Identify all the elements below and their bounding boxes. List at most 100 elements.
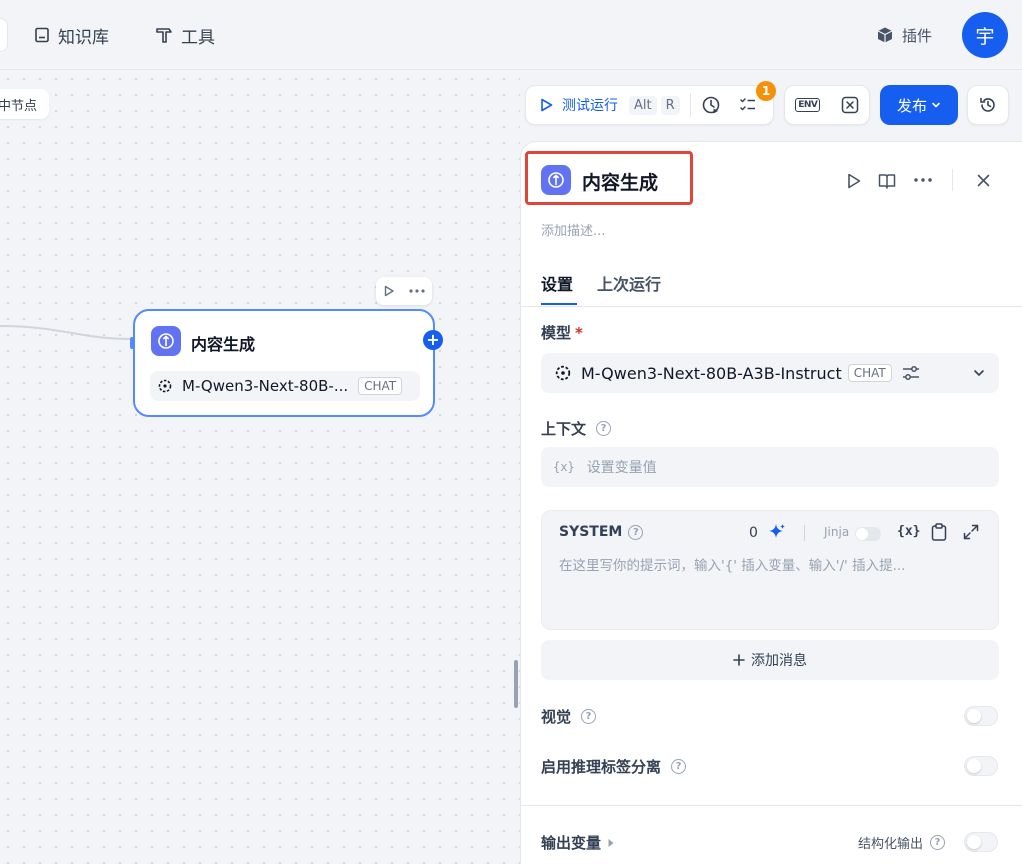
run-history-icon[interactable] (701, 95, 721, 115)
expand-icon[interactable] (963, 524, 979, 540)
node-more-icon[interactable] (409, 289, 425, 293)
nav-knowledge[interactable]: 知识库 (34, 22, 109, 48)
insert-variable-icon[interactable]: {x} (897, 524, 920, 539)
model-field-label: 模型 * (541, 322, 583, 343)
reasoning-label-text: 启用推理标签分离 (541, 758, 662, 776)
env-button[interactable]: ENV (795, 98, 821, 112)
avatar-initial: 宇 (975, 25, 995, 48)
user-avatar[interactable]: 宇 (962, 12, 1008, 58)
plus-icon (733, 654, 745, 666)
toolbar-divider (689, 93, 691, 117)
panel-title[interactable]: 内容生成 (582, 168, 658, 195)
system-divider (804, 525, 805, 541)
workflow-canvas[interactable]: 中节点 内容生成 M-Qwen3-Next-80B-... CHAT + (0, 71, 520, 864)
play-icon (540, 98, 553, 112)
run-toolbar: 测试运行 Alt R (525, 85, 774, 125)
structured-output-setting: 结构化输出 ? (858, 833, 946, 852)
active-tab-indicator (541, 303, 577, 305)
top-navigation: 知识库 工具 插件 宇 (0, 0, 1022, 70)
jinja-label: Jinja (824, 525, 850, 539)
token-count: 0 (749, 525, 758, 541)
add-message-label: 添加消息 (751, 653, 807, 669)
model-mode-tag: CHAT (847, 364, 892, 382)
caret-right-icon (607, 838, 615, 848)
llm-node-title: 内容生成 (191, 335, 256, 354)
output-vars-label: 输出变量 (541, 834, 602, 852)
variable-icon: {x} (553, 460, 575, 474)
system-prompt-placeholder: 在这里写你的提示词，输入'{' 插入变量、输入'/' 插入提... (559, 558, 906, 574)
llm-node-model-tag: CHAT (358, 377, 403, 395)
reasoning-toggle[interactable] (964, 756, 998, 776)
chevron-down-icon (931, 100, 941, 110)
node-mini-toolbar (376, 277, 432, 305)
nav-item-partial[interactable] (0, 18, 8, 52)
required-mark: * (575, 323, 583, 342)
test-run-button[interactable]: 测试运行 Alt R (526, 95, 680, 115)
node-run-icon[interactable] (383, 285, 395, 297)
nav-tools-label: 工具 (181, 27, 215, 48)
nav-tools[interactable]: 工具 (155, 22, 215, 48)
model-label-text: 模型 (541, 324, 572, 342)
system-prompt-editor[interactable]: SYSTEM ? 0 Jinja {x} 在这里写你的提示词，输入'{' 插入变… (541, 510, 999, 630)
checklist-badge: 1 (756, 81, 776, 101)
env-toolbar: ENV (784, 85, 870, 125)
model-provider-icon (555, 365, 571, 381)
nav-plugins[interactable]: 插件 (876, 22, 932, 48)
run-node-icon[interactable] (847, 173, 861, 189)
llm-node-model-name: M-Qwen3-Next-80B-... (182, 377, 349, 395)
llm-node[interactable]: 内容生成 M-Qwen3-Next-80B-... CHAT (133, 309, 435, 417)
more-icon[interactable] (914, 178, 932, 182)
structured-output-toggle[interactable] (964, 832, 998, 852)
cube-icon (876, 26, 894, 44)
system-role-label: SYSTEM (559, 524, 623, 540)
panel-resize-handle[interactable] (514, 660, 518, 708)
sparkle-icon[interactable] (768, 523, 786, 541)
model-name: M-Qwen3-Next-80B-A3B-Instruct (581, 363, 842, 383)
checklist-icon[interactable] (739, 96, 757, 114)
publish-label: 发布 (896, 96, 927, 115)
help-icon[interactable]: ? (930, 835, 946, 850)
book-icon (34, 27, 50, 43)
llm-node-icon (151, 326, 181, 356)
add-message-button[interactable]: 添加消息 (541, 640, 999, 680)
vision-toggle[interactable] (964, 706, 998, 726)
close-icon[interactable] (977, 174, 990, 187)
publish-button[interactable]: 发布 (880, 85, 958, 125)
node-settings-panel: 内容生成 添加描述... 设置 上次运行 模型 * M-Qwen3-Next-8… (520, 141, 1022, 864)
kbd-r: R (660, 95, 680, 115)
jinja-toggle[interactable] (855, 527, 881, 541)
kbd-alt: Alt (629, 95, 657, 115)
model-selector[interactable]: M-Qwen3-Next-80B-A3B-Instruct CHAT (541, 353, 999, 393)
context-label-text: 上下文 (541, 420, 587, 438)
test-run-label: 测试运行 (562, 98, 618, 114)
system-header: SYSTEM ? (559, 524, 644, 540)
header-divider (952, 169, 953, 191)
help-icon[interactable]: ? (671, 759, 687, 774)
model-provider-icon (158, 379, 172, 393)
tab-settings[interactable]: 设置 (541, 271, 573, 295)
output-vars-header[interactable]: 输出变量 (541, 832, 615, 853)
context-variable-input[interactable]: {x} 设置变量值 (541, 447, 999, 487)
help-icon[interactable]: ? (581, 709, 597, 724)
shortcut-keys: Alt R (629, 95, 680, 115)
model-params-icon[interactable] (902, 365, 920, 381)
panel-node-icon (541, 165, 571, 195)
add-next-node-button[interactable]: + (423, 330, 443, 350)
context-field-label: 上下文 ? (541, 418, 612, 439)
description-input[interactable]: 添加描述... (541, 220, 605, 239)
help-icon[interactable]: ? (628, 524, 644, 540)
version-history-button[interactable] (967, 85, 1009, 125)
structured-output-label: 结构化输出 (858, 837, 924, 852)
variables-icon[interactable] (841, 96, 859, 114)
docs-book-icon[interactable] (878, 172, 896, 190)
tab-last-run[interactable]: 上次运行 (597, 271, 661, 295)
help-icon[interactable]: ? (596, 421, 612, 436)
vision-field-label: 视觉 ? (541, 706, 597, 727)
section-divider (521, 805, 1022, 806)
nav-plugins-label: 插件 (902, 26, 933, 45)
hammer-icon (155, 26, 173, 44)
chevron-down-icon (973, 368, 985, 378)
reasoning-field-label: 启用推理标签分离 ? (541, 756, 687, 777)
clipboard-icon[interactable] (931, 523, 947, 541)
history-icon (979, 96, 997, 114)
